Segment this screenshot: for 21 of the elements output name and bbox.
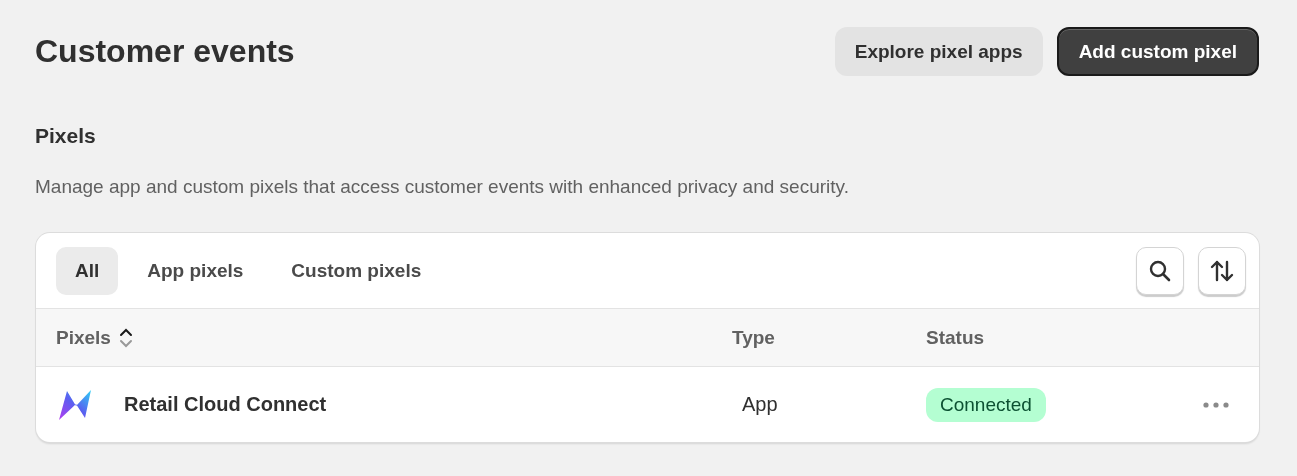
app-logo-icon [58, 388, 94, 421]
filter-tab[interactable]: Custom pixels [272, 246, 441, 295]
section-description: Manage app and custom pixels that access customer events with enhanced privacy and security. [35, 176, 850, 198]
page-title: Customer events [35, 33, 295, 70]
more-icon [1203, 401, 1229, 408]
search-button[interactable] [1136, 246, 1184, 295]
sort-button[interactable] [1198, 246, 1246, 295]
column-header[interactable]: Pixels [56, 326, 111, 349]
add-pixel-button[interactable]: Add custom pixel [1056, 27, 1259, 76]
sort-chevrons-icon[interactable] [118, 327, 133, 348]
status-badge: Connected [926, 387, 1046, 422]
filter-tab[interactable]: App pixels [128, 246, 263, 295]
search-icon [1149, 259, 1171, 282]
column-header[interactable]: Type [732, 326, 775, 349]
pixel-type: App [742, 393, 778, 416]
section-heading: Pixels [35, 124, 97, 148]
filter-tab[interactable]: All [56, 246, 119, 295]
explore-button[interactable]: Explore pixel apps [834, 27, 1043, 76]
sort-arrows-icon [1210, 259, 1234, 282]
column-header[interactable]: Status [926, 326, 985, 349]
pixel-name[interactable]: Retail Cloud Connect [124, 393, 327, 416]
